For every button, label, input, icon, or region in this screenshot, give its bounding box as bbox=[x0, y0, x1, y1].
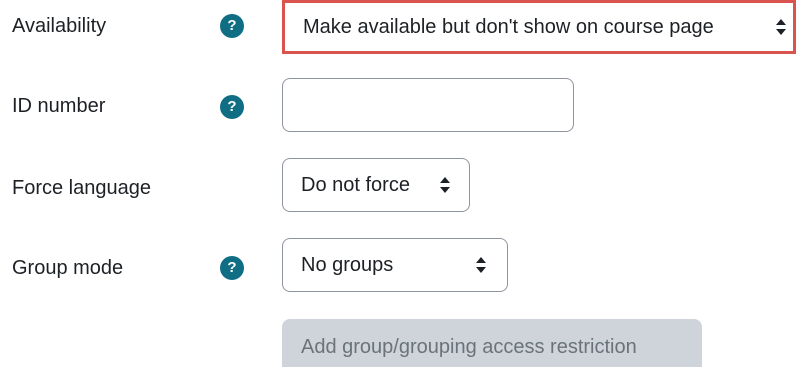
group-mode-row: Group mode ? No groups bbox=[0, 238, 796, 294]
group-mode-select-value: No groups bbox=[301, 254, 394, 276]
availability-help-icon[interactable]: ? bbox=[220, 14, 244, 38]
group-mode-help-icon[interactable]: ? bbox=[220, 256, 244, 280]
availability-select[interactable]: Make available but don't show on course … bbox=[282, 0, 796, 54]
availability-select-value: Make available but don't show on course … bbox=[303, 16, 714, 38]
select-caret-icon bbox=[439, 159, 451, 211]
activity-settings-form: Availability ? Make available but don't … bbox=[0, 0, 796, 367]
select-caret-icon bbox=[775, 1, 787, 53]
force-language-label: Force language bbox=[12, 177, 151, 199]
availability-row: Availability ? Make available but don't … bbox=[0, 0, 796, 60]
group-mode-label: Group mode bbox=[12, 257, 124, 279]
force-language-row: Force language Do not force bbox=[0, 158, 796, 214]
group-mode-select[interactable]: No groups bbox=[282, 238, 508, 292]
id-number-label: ID number bbox=[12, 95, 106, 117]
id-number-input[interactable] bbox=[282, 78, 574, 132]
id-number-row: ID number ? bbox=[0, 78, 796, 134]
id-number-help-icon[interactable]: ? bbox=[220, 95, 244, 119]
availability-label: Availability bbox=[12, 15, 107, 37]
select-caret-icon bbox=[475, 239, 487, 291]
add-group-restriction-button[interactable]: Add group/grouping access restriction bbox=[282, 319, 702, 367]
force-language-select[interactable]: Do not force bbox=[282, 158, 470, 212]
force-language-select-value: Do not force bbox=[301, 174, 410, 196]
